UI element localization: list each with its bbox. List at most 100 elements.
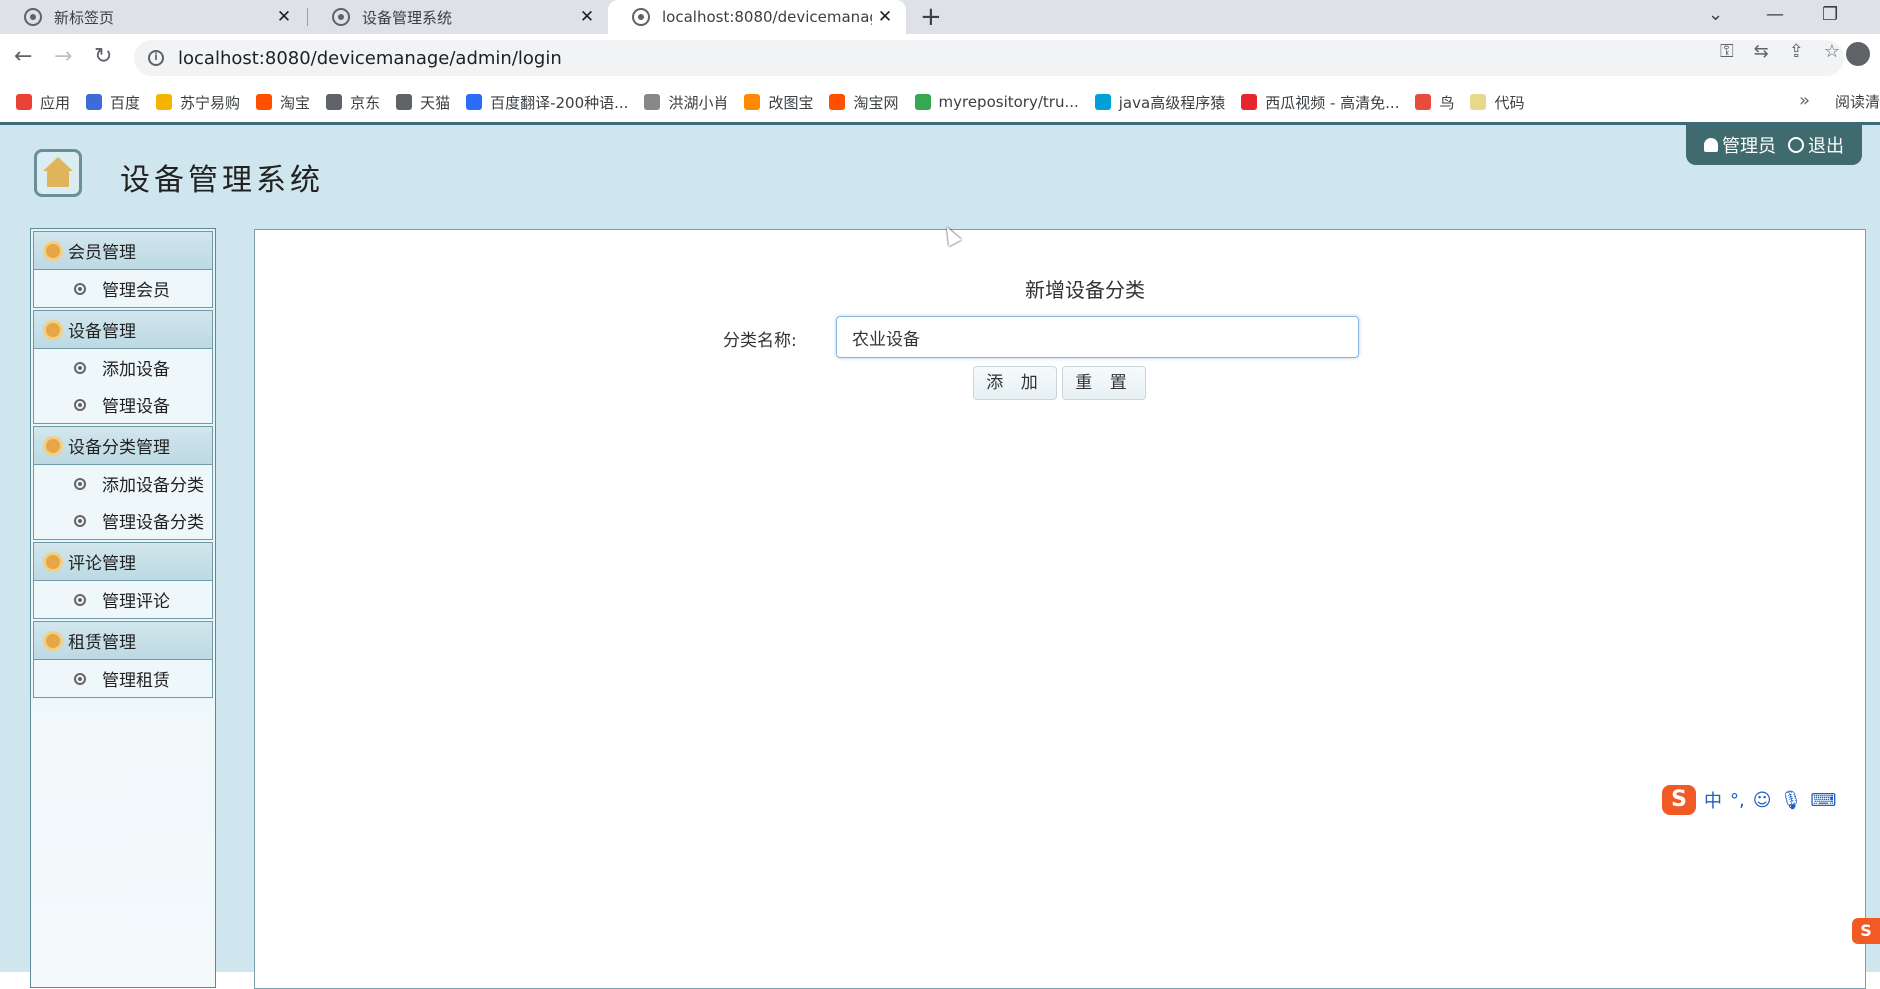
menu-item-label: 管理设备分类	[102, 513, 204, 533]
ime-lang-toggle[interactable]: 中	[1704, 787, 1722, 813]
site-info-icon[interactable]: i	[148, 50, 164, 66]
tab-localhost[interactable]: localhost:8080/devicemanage/ ✕	[608, 0, 906, 34]
key-icon[interactable]: ⚿	[1720, 41, 1734, 62]
logout-label: 退出	[1808, 136, 1844, 157]
bookmark-item[interactable]: 鸟	[1415, 92, 1454, 113]
tab-search-icon[interactable]: ⌄	[1708, 4, 1723, 25]
close-icon[interactable]: ✕	[872, 7, 898, 27]
close-icon[interactable]: ✕	[271, 7, 297, 27]
microphone-icon[interactable]: 🎙	[1780, 790, 1803, 811]
category-name-input[interactable]	[836, 316, 1359, 358]
sun-icon	[46, 554, 60, 569]
bookmark-item[interactable]: 应用	[16, 92, 70, 113]
profile-avatar-icon[interactable]	[1846, 42, 1870, 66]
add-button[interactable]: 添 加	[973, 366, 1057, 400]
menu-group-header[interactable]: 设备分类管理	[34, 427, 212, 465]
back-icon[interactable]: ←	[14, 42, 32, 72]
bookmark-item[interactable]: 淘宝网	[829, 92, 899, 113]
translate-icon[interactable]: ⇆	[1754, 41, 1769, 62]
close-icon[interactable]: ✕	[574, 7, 600, 27]
bookmark-item[interactable]: 代码	[1470, 92, 1525, 113]
sidebar: 会员管理管理会员设备管理添加设备管理设备设备分类管理 添加设备分类管理设备分类评论…	[30, 228, 216, 988]
bookmark-label: 鸟	[1439, 93, 1455, 112]
bookmark-label: 百度	[110, 93, 141, 112]
bookmark-item[interactable]: java高级程序猿	[1094, 92, 1225, 113]
restore-button[interactable]: ❐	[1822, 4, 1838, 25]
bookmark-item[interactable]: 改图宝	[744, 92, 813, 113]
menu-group-header[interactable]: 租赁管理	[34, 622, 212, 660]
menu-group-header[interactable]: 评论管理	[34, 543, 212, 581]
sun-icon	[46, 322, 60, 337]
reload-icon[interactable]: ↻	[94, 42, 112, 72]
bookmark-favicon-icon	[1094, 94, 1111, 110]
tab-new-tab[interactable]: 新标签页 ✕	[0, 0, 305, 34]
omnibox-actions: ⚿ ⇆ ⇪ ☆	[1720, 41, 1840, 62]
sidebar-menu-item[interactable]: 管理评论	[34, 581, 212, 618]
sidebar-menu-item[interactable]: 添加设备分类	[34, 465, 212, 502]
bookmark-item[interactable]: 京东	[326, 92, 380, 113]
sun-icon	[46, 633, 60, 648]
url-text[interactable]: localhost:8080/devicemanage/admin/login	[178, 48, 562, 69]
menu-item-label: 添加设备	[102, 360, 170, 380]
bookmark-item[interactable]: 苏宁易购	[156, 92, 240, 113]
browser-tab-bar: 新标签页 ✕ 设备管理系统 ✕ localhost:8080/deviceman…	[0, 0, 1880, 34]
share-icon[interactable]: ⇪	[1789, 41, 1804, 62]
bookmark-favicon-icon	[16, 94, 32, 110]
sidebar-menu-item[interactable]: 管理会员	[34, 270, 212, 307]
sun-icon	[46, 438, 60, 453]
bookmarks-bar: 应用 百度 苏宁易购 淘宝 京东 天猫 百度翻译-200种语... 洪湖小肖 改图宝 淘宝网 myr…	[0, 82, 1880, 122]
bookmark-favicon-icon	[914, 94, 931, 110]
new-tab-button[interactable]: +	[920, 2, 942, 32]
bookmark-favicon-icon	[1241, 94, 1258, 110]
radio-bullet-icon	[74, 282, 86, 295]
sidebar-menu-item[interactable]: 管理租赁	[34, 660, 212, 697]
bookmark-label: 天猫	[420, 93, 451, 112]
bookmark-item[interactable]: 百度	[86, 92, 140, 113]
sidebar-menu-item[interactable]: 添加设备	[34, 349, 212, 386]
sidebar-menu-item[interactable]: 管理设备	[34, 386, 212, 423]
bookmark-favicon-icon	[256, 94, 273, 110]
tab-device-system[interactable]: 设备管理系统 ✕	[308, 0, 608, 34]
bookmark-item[interactable]: 天猫	[396, 92, 450, 113]
menu-group: 评论管理 管理评论	[33, 542, 213, 619]
address-toolbar: ← → ↻ i localhost:8080/devicemanage/admi…	[0, 34, 1880, 82]
keyboard-icon[interactable]: ⌨	[1810, 790, 1836, 811]
minimize-button[interactable]: —	[1766, 4, 1784, 25]
bookmark-label: 洪湖小肖	[668, 93, 729, 112]
emoji-icon[interactable]: ☺	[1753, 790, 1772, 811]
radio-bullet-icon	[74, 398, 86, 411]
menu-group-header[interactable]: 设备管理	[34, 311, 212, 349]
menu-group-header[interactable]: 会员管理	[34, 232, 212, 270]
bookmark-label: 苏宁易购	[180, 93, 241, 112]
bookmark-item[interactable]: 西瓜视频 - 高清免...	[1241, 92, 1399, 113]
bookmark-favicon-icon	[1415, 94, 1432, 110]
radio-bullet-icon	[74, 477, 86, 490]
app-container: 设备管理系统 管理员 退出 会员管理 管理会员 设备管理 添加设备 管理设备 设备分类管理…	[0, 122, 1880, 989]
sidebar-menu-item[interactable]: 管理设备分类	[34, 502, 212, 539]
reset-button[interactable]: 重 置	[1062, 366, 1146, 400]
ime-punct-toggle[interactable]: °,	[1730, 790, 1745, 811]
bookmark-item[interactable]: 淘宝	[256, 92, 310, 113]
menu-item-label: 管理设备	[102, 397, 170, 417]
forward-icon[interactable]: →	[54, 42, 72, 72]
admin-link[interactable]: 管理员	[1704, 132, 1776, 158]
address-bar[interactable]: i localhost:8080/devicemanage/admin/logi…	[134, 40, 1844, 76]
bookmark-item[interactable]: 洪湖小肖	[644, 92, 728, 113]
bookmark-label: 应用	[40, 93, 71, 112]
bookmark-item[interactable]: myrepository/tru...	[914, 93, 1079, 111]
logout-link[interactable]: 退出	[1788, 132, 1844, 158]
home-icon[interactable]	[34, 149, 82, 197]
menu-item-label: 管理会员	[102, 281, 170, 301]
bookmark-label: 西瓜视频 - 高清免...	[1265, 93, 1400, 112]
sun-icon	[46, 243, 60, 258]
menu-group: 租赁管理 管理租赁	[33, 621, 213, 698]
bookmark-item[interactable]: 百度翻译-200种语...	[466, 92, 628, 113]
tab-title: 新标签页	[54, 8, 115, 27]
bookmarks-overflow-button[interactable]: »	[1799, 90, 1810, 111]
reading-list-button[interactable]: 阅读清	[1835, 91, 1880, 112]
sogou-mini-icon[interactable]: S	[1852, 918, 1880, 944]
sogou-logo-icon[interactable]: S	[1662, 785, 1696, 815]
star-icon[interactable]: ☆	[1824, 41, 1840, 62]
tab-title: 设备管理系统	[362, 8, 453, 27]
user-panel: 管理员 退出	[1686, 125, 1862, 165]
